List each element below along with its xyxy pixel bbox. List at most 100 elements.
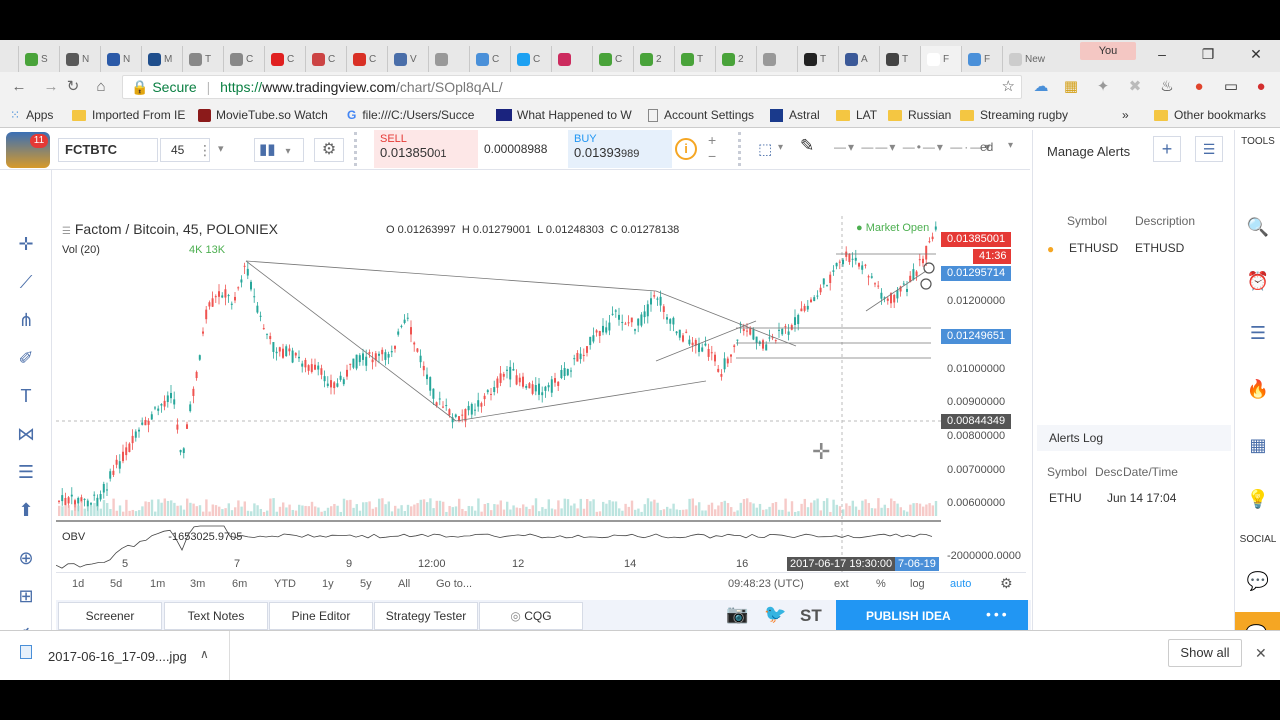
show-all-button[interactable]: Show all xyxy=(1168,639,1242,667)
calendar-icon[interactable]: ▦ xyxy=(1245,432,1271,458)
symbol-input[interactable]: FCTBTC xyxy=(58,138,158,162)
extension-x-icon[interactable]: ✖ xyxy=(1124,77,1146,97)
download-filename[interactable]: 2017-06-16_17-09....jpg xyxy=(48,649,187,664)
time-axis[interactable]: 5 7 9 12:00 12 14 16 2017-06-17 19:30:00… xyxy=(56,557,941,573)
bookmark-what-happened[interactable]: What Happened to W xyxy=(496,106,632,124)
pitchfork-icon[interactable]: ⋔ xyxy=(12,308,40,332)
cqg-tab[interactable]: ◎ CQG xyxy=(479,602,583,630)
drag-handle[interactable] xyxy=(354,132,360,166)
browser-tab[interactable] xyxy=(551,46,592,72)
alert-description[interactable]: ETHUSD xyxy=(1135,241,1184,255)
collapse-icon[interactable]: ☰ xyxy=(62,226,71,237)
forward-icon[interactable]: → xyxy=(40,77,62,97)
zoom-icon[interactable]: ⊕ xyxy=(12,546,40,570)
alarm-clock-icon[interactable]: ⏰ xyxy=(1245,268,1271,294)
browser-tab[interactable] xyxy=(756,46,797,72)
browser-tab[interactable]: M xyxy=(141,46,182,72)
bookmark-streaming-rugby[interactable]: Streaming rugby xyxy=(960,106,1068,124)
extension-red-icon[interactable]: ● xyxy=(1250,77,1272,97)
browser-tab[interactable]: F xyxy=(920,46,961,72)
chevron-down-icon[interactable]: ▾ xyxy=(778,142,783,153)
browser-tab[interactable]: S xyxy=(18,46,59,72)
alert-symbol[interactable]: ETHUSD xyxy=(1069,241,1125,255)
minimize-button[interactable]: – xyxy=(1140,42,1184,66)
range-1y[interactable]: 1y xyxy=(322,578,334,590)
cast-icon[interactable]: ▭ xyxy=(1220,77,1242,97)
hotlists-flame-icon[interactable]: 🔥 xyxy=(1245,376,1271,402)
stocktwits-icon[interactable]: ST xyxy=(800,606,822,626)
browser-tab[interactable]: T xyxy=(674,46,715,72)
browser-tab[interactable]: T xyxy=(879,46,920,72)
ideas-bulb-icon[interactable]: 💡 xyxy=(1245,486,1271,512)
auto-toggle[interactable]: auto xyxy=(950,578,971,590)
url-bar[interactable]: 🔒 Secure | https://www.tradingview.com/c… xyxy=(122,75,1022,99)
bookmark-apps[interactable]: ⁙ Apps xyxy=(10,106,53,124)
back-icon[interactable]: ← xyxy=(8,77,30,97)
browser-tab[interactable]: New xyxy=(1002,46,1050,72)
text-icon[interactable]: T xyxy=(12,384,40,408)
range-3m[interactable]: 3m xyxy=(190,578,205,590)
plus-icon[interactable]: + xyxy=(708,132,716,148)
range-1m[interactable]: 1m xyxy=(150,578,165,590)
bookmark-movietube[interactable]: MovieTube.so Watch xyxy=(198,106,328,124)
twitter-icon[interactable]: 🐦 xyxy=(764,604,786,625)
arrow-up-icon[interactable]: ⬆ xyxy=(12,498,40,522)
browser-tab[interactable]: C xyxy=(223,46,264,72)
extension-icon[interactable]: ▦ xyxy=(1060,77,1082,97)
browser-tab[interactable]: C xyxy=(346,46,387,72)
screener-tab[interactable]: Screener xyxy=(58,602,162,630)
chevron-up-icon[interactable]: ∧ xyxy=(200,647,209,661)
alerts-menu-icon[interactable]: ☰ xyxy=(1195,136,1223,162)
browser-tab[interactable]: C xyxy=(469,46,510,72)
axis-settings-icon[interactable]: ⚙ xyxy=(1000,575,1013,592)
browser-tab[interactable]: F xyxy=(961,46,1002,72)
browser-tab[interactable]: C xyxy=(510,46,551,72)
bookmark-russian[interactable]: Russian xyxy=(888,106,951,124)
bookmark-account-settings[interactable]: Account Settings xyxy=(648,106,754,124)
utc-clock[interactable]: 09:48:23 (UTC) xyxy=(728,578,804,590)
measure-icon[interactable]: ⊞ xyxy=(12,584,40,608)
pattern-icon[interactable]: ⋈ xyxy=(12,422,40,446)
line-style-selectors[interactable]: —▾ ——▾ —•—▾ —·—▾ xyxy=(834,140,994,154)
log-toggle[interactable]: log xyxy=(910,578,925,590)
profile-button[interactable]: You xyxy=(1080,42,1136,60)
minus-icon[interactable]: − xyxy=(708,148,716,164)
browser-tab[interactable]: N xyxy=(100,46,141,72)
strategy-tester-tab[interactable]: Strategy Tester xyxy=(374,602,478,630)
drag-handle[interactable] xyxy=(738,132,744,166)
text-notes-tab[interactable]: Text Notes xyxy=(164,602,268,630)
crosshair-icon[interactable]: ✛ xyxy=(12,232,40,256)
trendline-icon[interactable]: ⟋ xyxy=(12,270,40,294)
chart-style-select[interactable]: ▮▮ ▾ xyxy=(254,138,304,162)
close-shelf-icon[interactable]: ✕ xyxy=(1255,645,1267,662)
chevron-down-icon[interactable]: ▾ xyxy=(218,142,224,155)
browser-tab[interactable] xyxy=(428,46,469,72)
extension-flame-icon[interactable]: ♨ xyxy=(1156,77,1178,97)
bookmark-astral[interactable]: Astral xyxy=(770,106,820,124)
brush-icon[interactable]: ✐ xyxy=(12,346,40,370)
settings-gear-icon[interactable]: ⚙ xyxy=(314,138,344,162)
home-icon[interactable]: ⌂ xyxy=(90,77,112,97)
bookmarks-overflow[interactable]: » xyxy=(1122,106,1129,124)
browser-tab[interactable]: V xyxy=(387,46,428,72)
compare-icon[interactable]: ⬚ xyxy=(758,140,772,158)
goto-date[interactable]: Go to... xyxy=(436,578,472,590)
browser-tab[interactable]: T xyxy=(797,46,838,72)
bookmark-imported-from-ie[interactable]: Imported From IE xyxy=(72,106,185,124)
add-alert-icon[interactable]: + xyxy=(1153,136,1181,162)
ext-toggle[interactable]: ext xyxy=(834,578,849,590)
browser-tab[interactable]: C xyxy=(264,46,305,72)
sell-button[interactable]: SELL 0.01385001 xyxy=(374,130,478,168)
reload-icon[interactable]: ↻ xyxy=(62,77,84,97)
news-icon[interactable]: ☰ xyxy=(1245,320,1271,346)
browser-tab[interactable]: A xyxy=(838,46,879,72)
bookmark-file[interactable]: Gfile:///C:/Users/Succe xyxy=(347,106,474,124)
extension-cloud-icon[interactable]: ☁ xyxy=(1030,77,1052,97)
bookmark-lat[interactable]: LAT xyxy=(836,106,877,124)
range-5y[interactable]: 5y xyxy=(360,578,372,590)
browser-tab[interactable]: C xyxy=(305,46,346,72)
browser-tab[interactable]: C xyxy=(592,46,633,72)
chevron-down-icon[interactable]: ▾ xyxy=(1008,140,1028,160)
publish-idea-button[interactable]: PUBLISH IDEA ••• xyxy=(836,600,1028,632)
info-icon[interactable]: i xyxy=(675,138,697,160)
